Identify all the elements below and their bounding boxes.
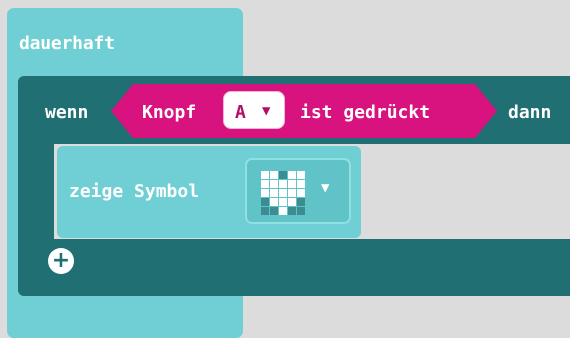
heart-pixel	[297, 198, 305, 206]
heart-pixel	[261, 189, 269, 197]
heart-pixel	[297, 171, 305, 179]
heart-pixel	[297, 180, 305, 188]
heart-pixel	[270, 180, 278, 188]
heart-pixel	[279, 198, 287, 206]
plus-circle-icon[interactable]: +	[48, 248, 74, 274]
heart-pixel	[270, 171, 278, 179]
heart-pixel	[270, 189, 278, 197]
heart-pixel	[261, 180, 269, 188]
icon-select-dropdown[interactable]: ▼	[245, 158, 351, 224]
condition-label-pressed: ist gedrückt	[300, 102, 431, 123]
show-icon-label: zeige Symbol	[69, 181, 200, 202]
heart-pixel	[270, 198, 278, 206]
condition-label-button: Knopf	[142, 102, 197, 123]
heart-pixel	[279, 189, 287, 197]
heart-pixel	[297, 207, 305, 215]
if-label: wenn	[45, 102, 89, 123]
chevron-down-icon: ▼	[262, 103, 271, 119]
heart-pixel	[261, 171, 269, 179]
heart-pixel	[297, 189, 305, 197]
button-select-value: A	[235, 102, 246, 123]
chevron-down-icon: ▼	[321, 180, 330, 196]
heart-pixel	[279, 207, 287, 215]
heart-pixel	[279, 171, 287, 179]
heart-pixel	[279, 180, 287, 188]
heart-pixel	[261, 198, 269, 206]
heart-pixel	[270, 207, 278, 215]
heart-pixel	[261, 207, 269, 215]
heart-pixel	[288, 189, 296, 197]
button-select-dropdown[interactable]: A ▼	[223, 91, 285, 129]
heart-pixel	[288, 171, 296, 179]
heart-pixel	[288, 207, 296, 215]
then-label: dann	[508, 102, 552, 123]
heart-icon	[261, 171, 305, 215]
forever-label: dauerhaft	[19, 33, 115, 54]
heart-pixel	[288, 198, 296, 206]
heart-pixel	[288, 180, 296, 188]
